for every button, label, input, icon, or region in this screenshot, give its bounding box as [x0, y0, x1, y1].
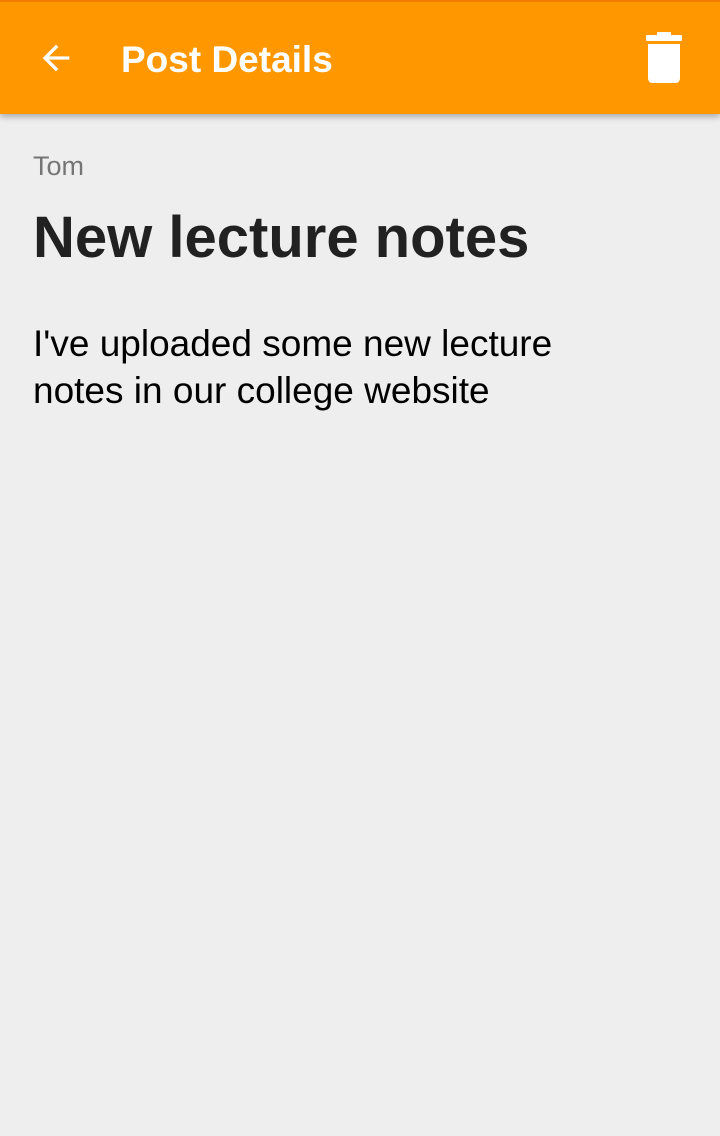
- post-title: New lecture notes: [33, 205, 530, 270]
- post-author: Tom: [33, 151, 85, 181]
- app-bar: Post Details: [0, 0, 720, 114]
- arrow-left-icon: [42, 44, 70, 72]
- post-body: I've uploaded some new lecture notes in …: [33, 323, 553, 411]
- back-button[interactable]: [22, 24, 90, 92]
- trash-icon: [646, 32, 682, 83]
- page-title: Post Details: [121, 39, 333, 80]
- delete-button[interactable]: [630, 24, 698, 92]
